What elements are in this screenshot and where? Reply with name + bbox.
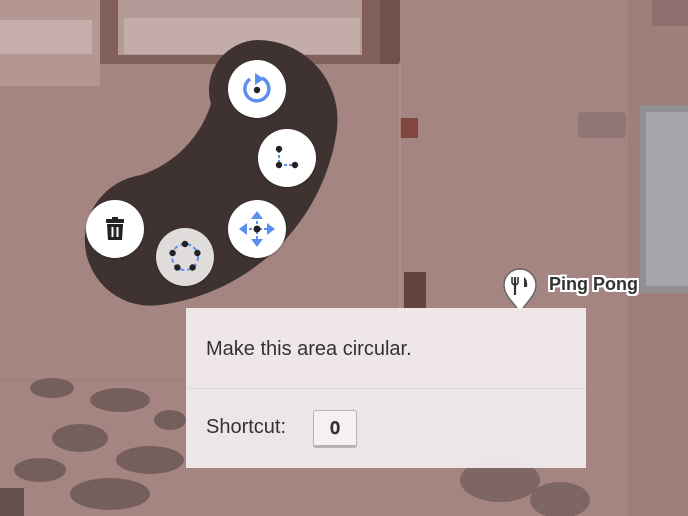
rotate-icon bbox=[243, 73, 271, 103]
move-icon bbox=[239, 211, 275, 247]
circularize-icon bbox=[169, 240, 201, 271]
tooltip-description: Make this area circular. bbox=[206, 338, 412, 360]
circularize-button[interactable] bbox=[156, 228, 214, 286]
poi-label[interactable]: Ping Pong bbox=[549, 274, 638, 295]
shortcut-label: Shortcut: bbox=[206, 416, 287, 438]
disconnect-button[interactable] bbox=[258, 129, 316, 187]
tooltip: Make this area circular. Shortcut: O bbox=[186, 308, 586, 468]
delete-icon bbox=[106, 217, 124, 240]
shortcut-key: O bbox=[313, 410, 357, 448]
disconnect-icon bbox=[275, 145, 299, 169]
tooltip-footer: Shortcut: O bbox=[186, 389, 586, 468]
move-button[interactable] bbox=[228, 200, 286, 258]
delete-button[interactable] bbox=[86, 200, 144, 258]
rotate-button[interactable] bbox=[228, 60, 286, 118]
